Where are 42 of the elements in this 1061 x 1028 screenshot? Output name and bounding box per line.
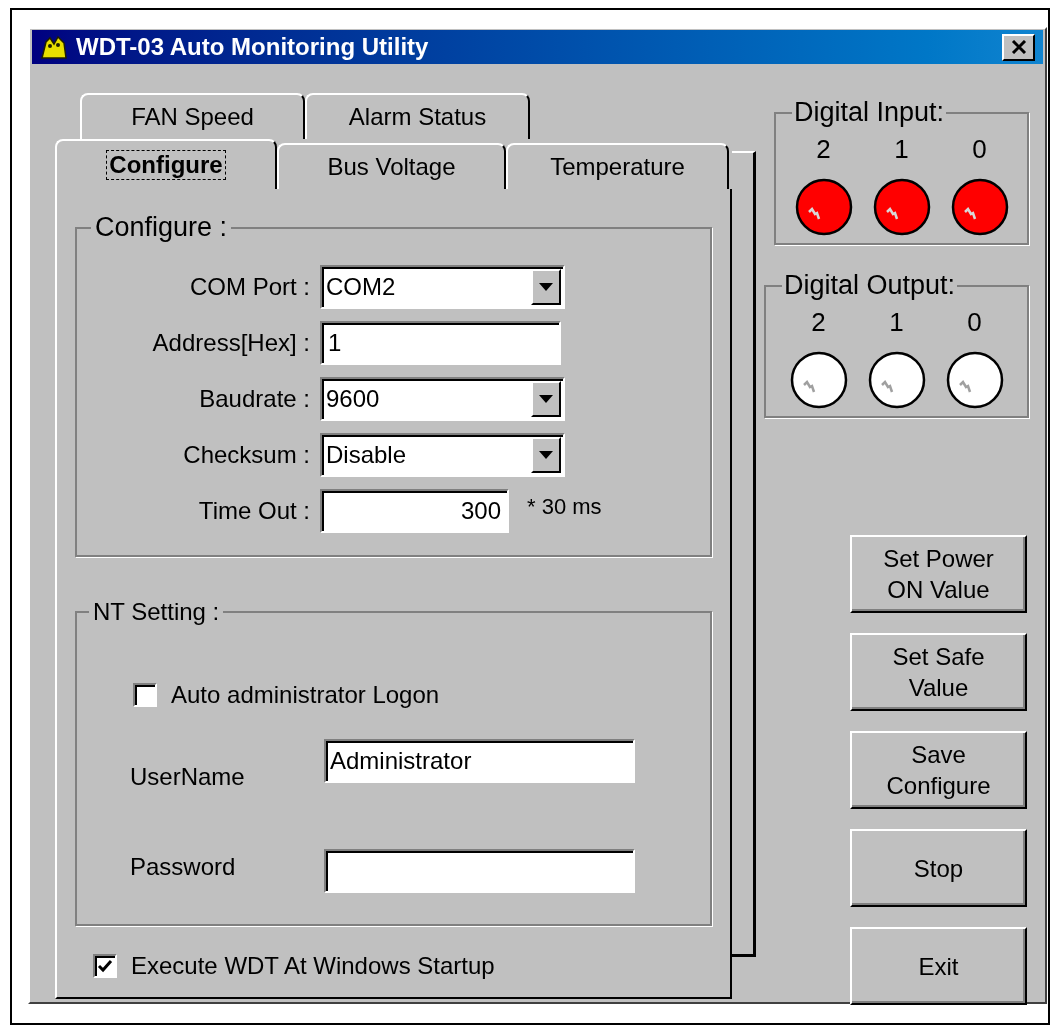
input-field[interactable]: 1 <box>320 321 561 365</box>
led-number: 1 <box>889 307 904 337</box>
field-label: COM Port : <box>189 272 310 302</box>
tab[interactable]: Alarm Status <box>305 93 530 139</box>
dropdown-arrow-icon <box>539 283 553 291</box>
field-label: Baudrate : <box>198 384 310 414</box>
close-icon <box>1010 40 1027 54</box>
field-label: Checksum : <box>182 440 310 470</box>
dropdown[interactable]: Disable <box>320 433 565 477</box>
led-number: 2 <box>816 134 831 164</box>
button[interactable]: Set Power ON Value <box>850 535 1027 613</box>
checkbox-label: Auto administrator Logon <box>171 680 440 710</box>
checkbox[interactable] <box>133 683 157 707</box>
unit-label: * 30 ms <box>527 492 602 521</box>
window-title: WDT-03 Auto Monitoring Utility <box>76 32 429 62</box>
app-logo-icon <box>40 34 68 60</box>
led-number: 1 <box>894 134 909 164</box>
led-number: 0 <box>972 134 987 164</box>
checkmark-icon <box>97 959 113 973</box>
dropdown-arrow-icon <box>539 395 553 403</box>
field-label: Time Out : <box>197 496 310 526</box>
tab[interactable]: Bus Voltage <box>277 143 506 189</box>
button[interactable]: Set Safe Value <box>850 633 1027 711</box>
dropdown[interactable]: COM2 <box>320 265 565 309</box>
tab[interactable]: Temperature <box>506 143 729 189</box>
tab[interactable]: Configure <box>55 139 277 189</box>
input-field[interactable]: Administrator <box>324 739 635 783</box>
dropdown-arrow-icon <box>539 451 553 459</box>
input-field[interactable]: 300 <box>320 489 509 533</box>
button[interactable]: Exit <box>850 927 1027 1005</box>
dropdown[interactable]: 9600 <box>320 377 565 421</box>
field-label: Address[Hex] : <box>151 328 310 358</box>
button[interactable]: Stop <box>850 829 1027 907</box>
checkbox[interactable] <box>93 954 117 978</box>
led-number: 0 <box>967 307 982 337</box>
button[interactable]: Save Configure <box>850 731 1027 809</box>
led-number: 2 <box>811 307 826 337</box>
field-label: UserName <box>130 762 246 792</box>
close-button[interactable] <box>1002 33 1035 61</box>
field-label: Password <box>130 852 237 882</box>
checkbox-label: Execute WDT At Windows Startup <box>131 951 495 981</box>
input-field[interactable] <box>324 849 635 893</box>
